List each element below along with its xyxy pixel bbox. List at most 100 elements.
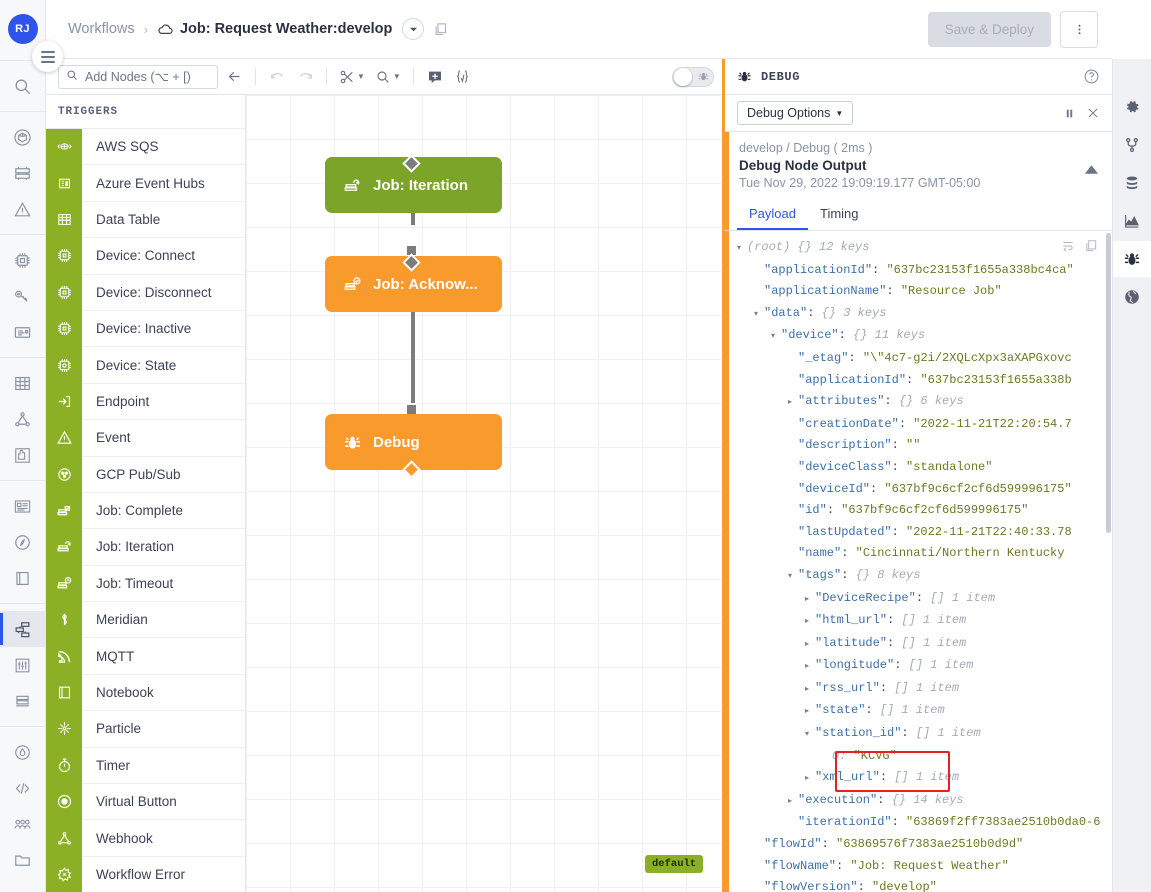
add-nodes-search[interactable] (58, 64, 218, 89)
branch-icon[interactable] (1113, 127, 1151, 163)
more-vertical-icon[interactable] (1060, 10, 1098, 48)
json-row[interactable]: "_etag": "\"4c7-g2i/2XQLcXpx3aXAPGxovc (725, 348, 1112, 370)
json-row[interactable]: "lastUpdated": "2022-11-21T22:40:33.78 (725, 522, 1112, 544)
workflow-settings-icon[interactable] (0, 647, 45, 683)
disclosure-triangle-icon[interactable]: ▸ (805, 656, 815, 678)
payload-scrollbar[interactable] (1106, 233, 1111, 533)
disclosure-triangle-icon[interactable]: ▸ (805, 589, 815, 611)
folders-icon[interactable] (0, 842, 45, 878)
gear-icon[interactable] (1113, 89, 1151, 125)
json-row[interactable]: "description": "" (725, 435, 1112, 457)
json-row[interactable]: ▾ (root) {} 12 keys (725, 237, 1112, 260)
trigger-item[interactable]: Job: Complete (46, 492, 245, 530)
events-icon[interactable] (0, 191, 45, 227)
notebooks-icon[interactable] (0, 488, 45, 524)
workflow-storage-icon[interactable] (0, 683, 45, 719)
json-row[interactable]: ▸ "attributes": {} 6 keys (725, 391, 1112, 414)
json-row[interactable]: ▸ "DeviceRecipe": [] 1 item (725, 588, 1112, 611)
disclosure-triangle-icon[interactable]: ▾ (754, 304, 764, 326)
integrations-icon[interactable] (0, 437, 45, 473)
json-row[interactable]: ▸ "rss_url": [] 1 item (725, 678, 1112, 701)
bug-icon[interactable] (1112, 241, 1151, 277)
disclosure-triangle-icon[interactable]: ▸ (805, 679, 815, 701)
json-row[interactable]: "id": "637bf9c6cf2cf6d599996175" (725, 500, 1112, 522)
disclosure-triangle-icon[interactable]: ▸ (805, 768, 815, 790)
json-row[interactable]: ▸ "html_url": [] 1 item (725, 610, 1112, 633)
redo-icon[interactable] (293, 64, 317, 90)
breadcrumb-workflows[interactable]: Workflows (68, 21, 135, 37)
trigger-item[interactable]: Device: State (46, 346, 245, 384)
disclosure-triangle-icon[interactable]: ▾ (805, 724, 815, 746)
disclosure-triangle-icon[interactable]: ▾ (788, 566, 798, 588)
webhooks-icon[interactable] (0, 401, 45, 437)
json-row[interactable]: "applicationId": "637bc23153f1655a338b (725, 370, 1112, 392)
debug-options-button[interactable]: Debug Options ▼ (737, 101, 854, 125)
avatar[interactable]: RJ (7, 14, 38, 44)
json-row[interactable]: "creationDate": "2022-11-21T22:20:54.7 (725, 414, 1112, 436)
zoom-icon[interactable]: ▼ (372, 64, 404, 90)
members-icon[interactable] (0, 806, 45, 842)
version-dropdown-button[interactable] (402, 18, 425, 40)
trigger-item[interactable]: Workflow Error (46, 856, 245, 892)
globe-icon[interactable] (1113, 279, 1151, 315)
trigger-item[interactable]: Virtual Button (46, 783, 245, 821)
payload-json-viewer[interactable]: ▾ (root) {} 12 keys "applicationId": "637b… (725, 231, 1112, 892)
trigger-item[interactable]: Device: Inactive (46, 310, 245, 348)
close-icon[interactable] (1086, 106, 1100, 120)
experience-icon[interactable] (0, 524, 45, 560)
json-row[interactable]: "deviceClass": "standalone" (725, 457, 1112, 479)
tab-payload[interactable]: Payload (737, 198, 808, 230)
data-tables-icon[interactable] (0, 365, 45, 401)
dashboards-icon[interactable] (0, 155, 45, 191)
disclosure-triangle-icon[interactable]: ▸ (788, 791, 798, 813)
trigger-item[interactable]: Device: Disconnect (46, 274, 245, 311)
json-row[interactable]: "flowVersion": "develop" (725, 877, 1112, 892)
arrow-left-icon[interactable] (222, 64, 246, 90)
help-circle-icon[interactable] (1083, 68, 1100, 85)
chevron-up-icon[interactable] (1084, 162, 1099, 180)
trigger-item[interactable]: Event (46, 419, 245, 457)
sidebar-toggle-button[interactable] (32, 41, 63, 72)
json-row[interactable]: 0: "KCVG" (725, 746, 1112, 768)
json-row[interactable]: "deviceId": "637bf9c6cf2cf6d599996175" (725, 479, 1112, 501)
trigger-item[interactable]: GCP Pub/Sub (46, 456, 245, 493)
disclosure-triangle-icon[interactable]: ▸ (788, 392, 798, 414)
json-row[interactable]: "name": "Cincinnati/Northern Kentucky (725, 543, 1112, 565)
json-row[interactable]: ▾ "device": {} 11 keys (725, 325, 1112, 348)
disclosure-triangle-icon[interactable]: ▸ (805, 611, 815, 633)
trigger-item[interactable]: MQTT (46, 637, 245, 675)
undo-icon[interactable] (265, 64, 289, 90)
json-row[interactable]: ▸ "latitude": [] 1 item (725, 633, 1112, 656)
json-row[interactable]: ▸ "xml_url": [] 1 item (725, 767, 1112, 790)
disclosure-triangle-icon[interactable]: ▾ (737, 238, 747, 260)
copy-icon[interactable] (1084, 239, 1098, 262)
wrap-text-icon[interactable] (1061, 239, 1075, 262)
trigger-item[interactable]: Meridian (46, 601, 245, 639)
disclosure-triangle-icon[interactable]: ▸ (805, 701, 815, 723)
trigger-item[interactable]: Particle (46, 710, 245, 748)
api-tokens-icon[interactable] (0, 770, 45, 806)
applications-icon[interactable] (0, 119, 45, 155)
trigger-item[interactable]: Endpoint (46, 383, 245, 421)
json-row[interactable]: "applicationName": "Resource Job" (725, 281, 1112, 303)
json-row[interactable]: "flowId": "63869576f7383ae2510b0d9d" (725, 834, 1112, 856)
json-row[interactable]: "applicationId": "637bc23153f1655a338bc4… (725, 260, 1112, 282)
trigger-item[interactable]: Timer (46, 747, 245, 785)
search-icon[interactable] (0, 68, 45, 104)
sidebar-item-workflows[interactable] (0, 611, 45, 647)
device-recipes-icon[interactable] (0, 278, 45, 314)
json-row[interactable]: "iterationId": "63869f2ff7383ae2510b0da0… (725, 812, 1112, 834)
devices-icon[interactable] (0, 242, 45, 278)
files-icon[interactable] (0, 560, 45, 596)
trigger-item[interactable]: Device: Connect (46, 237, 245, 275)
json-row[interactable]: ▸ "execution": {} 14 keys (725, 790, 1112, 813)
storage-icon[interactable] (1113, 165, 1151, 201)
tab-timing[interactable]: Timing (808, 198, 871, 230)
debug-toggle[interactable] (672, 66, 714, 87)
json-row[interactable]: ▸ "longitude": [] 1 item (725, 655, 1112, 678)
json-row[interactable]: ▾ "station_id": [] 1 item (725, 723, 1112, 746)
json-row[interactable]: ▾ "data": {} 3 keys (725, 303, 1112, 326)
json-row[interactable]: ▸ "state": [] 1 item (725, 700, 1112, 723)
search-input[interactable] (85, 69, 210, 84)
trigger-item[interactable]: Azure Event Hubs (46, 164, 245, 202)
